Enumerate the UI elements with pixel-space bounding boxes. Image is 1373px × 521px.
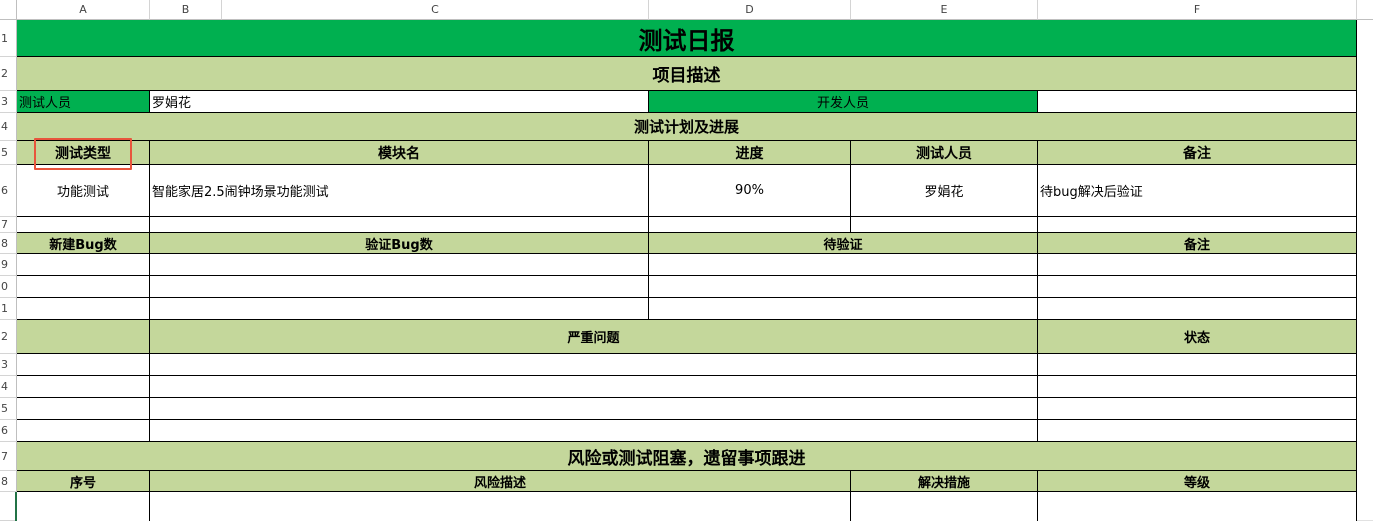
plan-header-note[interactable]: 备注 bbox=[1038, 141, 1357, 165]
plan-header-progress[interactable]: 进度 bbox=[649, 141, 851, 165]
empty-cell[interactable] bbox=[851, 492, 1038, 521]
active-cell-indicator bbox=[15, 492, 17, 521]
plan-module-cell[interactable]: 智能家居2.5闹钟场景功能测试 bbox=[150, 165, 649, 217]
empty-cell[interactable] bbox=[649, 276, 1038, 298]
test-plan-header[interactable]: 测试计划及进展 bbox=[17, 113, 1357, 141]
empty-cell[interactable] bbox=[1038, 254, 1357, 276]
plan-header-module[interactable]: 模块名 bbox=[150, 141, 649, 165]
risk-header-solution[interactable]: 解决措施 bbox=[851, 471, 1038, 492]
plan-test-type-cell[interactable]: 功能测试 bbox=[17, 165, 150, 217]
developer-value-cell[interactable] bbox=[1038, 91, 1357, 113]
empty-cell[interactable] bbox=[17, 420, 150, 442]
empty-cell[interactable] bbox=[1038, 276, 1357, 298]
empty-cell[interactable] bbox=[17, 298, 150, 320]
bug-header-verified[interactable]: 验证Bug数 bbox=[150, 233, 649, 254]
empty-cell[interactable] bbox=[17, 354, 150, 376]
empty-cell[interactable] bbox=[649, 217, 851, 233]
risk-header-description[interactable]: 风险描述 bbox=[150, 471, 851, 492]
empty-cell[interactable] bbox=[17, 398, 150, 420]
column-header-d[interactable]: D bbox=[649, 0, 851, 20]
empty-cell[interactable] bbox=[649, 298, 1038, 320]
row-header-14[interactable]: 4 bbox=[0, 376, 17, 398]
spreadsheet: A B C D E F 1 2 3 4 5 6 7 8 9 0 1 2 3 4 … bbox=[0, 0, 1373, 521]
row-header-5[interactable]: 5 bbox=[0, 141, 17, 165]
row-header-11[interactable]: 1 bbox=[0, 298, 17, 320]
empty-cell[interactable] bbox=[150, 254, 649, 276]
plan-progress-cell[interactable]: 90% bbox=[649, 165, 851, 217]
empty-cell[interactable] bbox=[17, 376, 150, 398]
issue-header-blank[interactable] bbox=[17, 320, 150, 354]
issue-header-severe[interactable]: 严重问题 bbox=[150, 320, 1038, 354]
row-header-9[interactable]: 9 bbox=[0, 254, 17, 276]
column-header-a[interactable]: A bbox=[17, 0, 150, 20]
column-header-e[interactable]: E bbox=[851, 0, 1038, 20]
empty-cell[interactable] bbox=[851, 217, 1038, 233]
row-header-8[interactable]: 8 bbox=[0, 233, 17, 254]
developer-label-cell[interactable]: 开发人员 bbox=[649, 91, 1038, 113]
report-title[interactable]: 测试日报 bbox=[17, 20, 1357, 57]
row-header-1[interactable]: 1 bbox=[0, 20, 17, 57]
row-header-2[interactable]: 2 bbox=[0, 57, 17, 91]
row-header-3[interactable]: 3 bbox=[0, 91, 17, 113]
empty-cell[interactable] bbox=[1038, 492, 1357, 521]
project-description-header[interactable]: 项目描述 bbox=[17, 57, 1357, 91]
column-header-extra[interactable] bbox=[1357, 0, 1373, 20]
empty-cell[interactable] bbox=[150, 398, 1038, 420]
row-header-4[interactable]: 4 bbox=[0, 113, 17, 141]
empty-cell[interactable] bbox=[17, 217, 150, 233]
plan-header-tester[interactable]: 测试人员 bbox=[851, 141, 1038, 165]
issue-header-status[interactable]: 状态 bbox=[1038, 320, 1357, 354]
empty-cell[interactable] bbox=[1038, 420, 1357, 442]
empty-cell[interactable] bbox=[1038, 376, 1357, 398]
empty-cell[interactable] bbox=[1357, 20, 1373, 521]
row-header-6[interactable]: 6 bbox=[0, 165, 17, 217]
empty-cell[interactable] bbox=[649, 254, 1038, 276]
empty-cell[interactable] bbox=[17, 492, 150, 521]
row-header-18[interactable]: 8 bbox=[0, 471, 17, 492]
row-header-17[interactable]: 7 bbox=[0, 442, 17, 471]
risk-header-index[interactable]: 序号 bbox=[17, 471, 150, 492]
row-header-13[interactable]: 3 bbox=[0, 354, 17, 376]
risk-header-level[interactable]: 等级 bbox=[1038, 471, 1357, 492]
risk-section-header[interactable]: 风险或测试阻塞，遗留事项跟进 bbox=[17, 442, 1357, 471]
empty-cell[interactable] bbox=[17, 254, 150, 276]
empty-cell[interactable] bbox=[17, 276, 150, 298]
row-header-15[interactable]: 5 bbox=[0, 398, 17, 420]
tester-label-cell[interactable]: 测试人员 bbox=[17, 91, 150, 113]
select-all-corner[interactable] bbox=[0, 0, 17, 20]
empty-cell[interactable] bbox=[1038, 217, 1357, 233]
row-header-10[interactable]: 0 bbox=[0, 276, 17, 298]
empty-cell[interactable] bbox=[1038, 398, 1357, 420]
tester-value-cell[interactable]: 罗娟花 bbox=[150, 91, 649, 113]
bug-header-pending[interactable]: 待验证 bbox=[649, 233, 1038, 254]
empty-cell[interactable] bbox=[150, 420, 1038, 442]
row-header-16[interactable]: 6 bbox=[0, 420, 17, 442]
column-header-b[interactable]: B bbox=[150, 0, 222, 20]
empty-cell[interactable] bbox=[1038, 354, 1357, 376]
plan-note-cell[interactable]: 待bug解决后验证 bbox=[1038, 165, 1357, 217]
bug-header-note[interactable]: 备注 bbox=[1038, 233, 1357, 254]
highlight-annotation bbox=[34, 138, 132, 170]
column-header-f[interactable]: F bbox=[1038, 0, 1357, 20]
column-header-c[interactable]: C bbox=[222, 0, 649, 20]
empty-cell[interactable] bbox=[150, 492, 851, 521]
row-header-12[interactable]: 2 bbox=[0, 320, 17, 354]
bug-header-new[interactable]: 新建Bug数 bbox=[17, 233, 150, 254]
plan-tester-cell[interactable]: 罗娟花 bbox=[851, 165, 1038, 217]
row-header-7[interactable]: 7 bbox=[0, 217, 17, 233]
empty-cell[interactable] bbox=[150, 354, 1038, 376]
empty-cell[interactable] bbox=[150, 276, 649, 298]
empty-cell[interactable] bbox=[150, 217, 649, 233]
empty-cell[interactable] bbox=[1038, 298, 1357, 320]
empty-cell[interactable] bbox=[150, 376, 1038, 398]
empty-cell[interactable] bbox=[150, 298, 649, 320]
